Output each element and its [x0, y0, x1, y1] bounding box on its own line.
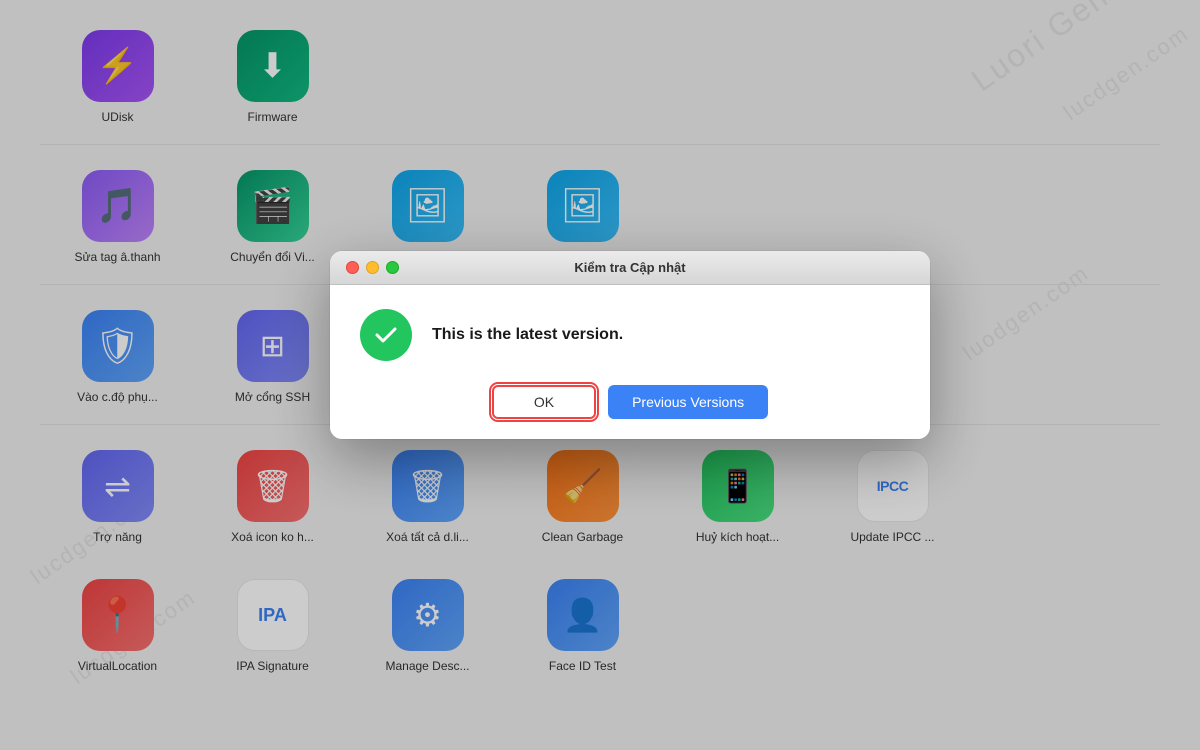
dialog: Kiểm tra Cập nhật This is the latest ver… — [330, 251, 930, 439]
dialog-message: This is the latest version. — [432, 326, 623, 344]
previous-versions-button[interactable]: Previous Versions — [608, 385, 768, 419]
maximize-button[interactable] — [386, 261, 399, 274]
dialog-titlebar: Kiểm tra Cập nhật — [330, 251, 930, 285]
ok-button[interactable]: OK — [492, 385, 596, 419]
dialog-title: Kiểm tra Cập nhật — [574, 260, 685, 275]
dialog-buttons: OK Previous Versions — [360, 385, 900, 419]
close-button[interactable] — [346, 261, 359, 274]
dialog-content: This is the latest version. — [360, 309, 900, 361]
traffic-lights — [346, 261, 399, 274]
minimize-button[interactable] — [366, 261, 379, 274]
success-icon — [360, 309, 412, 361]
dialog-body: This is the latest version. OK Previous … — [330, 285, 930, 439]
modal-overlay: Kiểm tra Cập nhật This is the latest ver… — [0, 0, 1200, 750]
